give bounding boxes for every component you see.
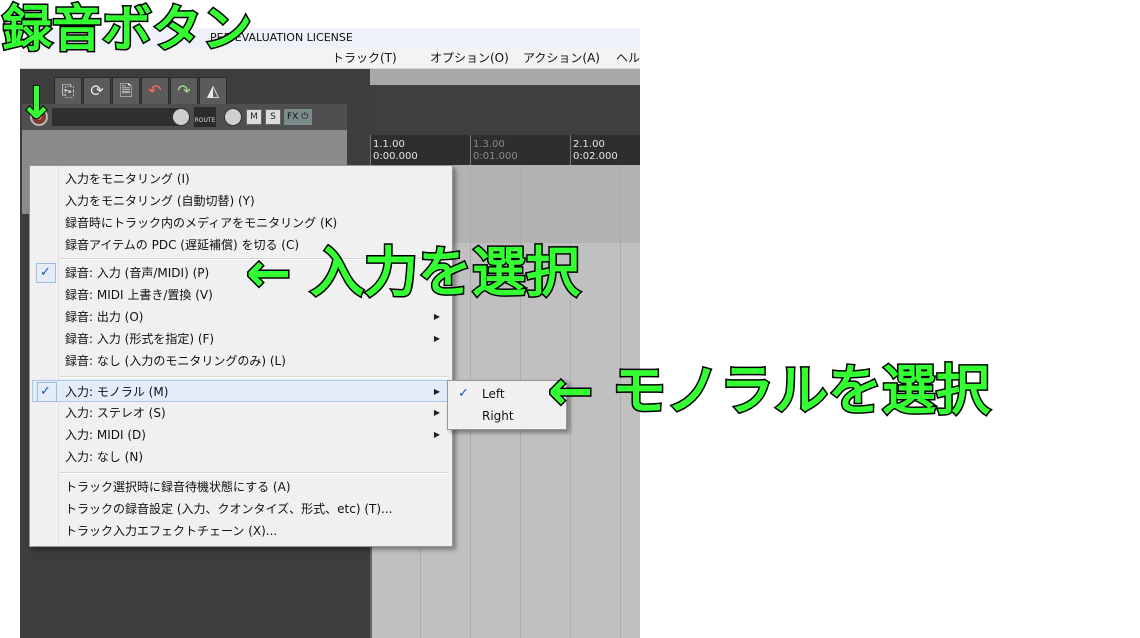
submenu-arrow-icon: ▶ — [433, 430, 440, 439]
track-header-controls: ROUTE M S FX ⏻ — [22, 104, 347, 130]
menu-item[interactable]: 入力: MIDI (D) ▶ — [32, 424, 450, 446]
submenu-arrow-icon: ▶ — [433, 408, 440, 417]
annotation-input-select: ← 入力を選択 — [244, 241, 581, 304]
ruler-bar-label: 1.3.00 — [473, 139, 505, 150]
menu-item-label: 録音時にトラック内のメディアをモニタリング (K) — [65, 216, 338, 230]
route-button[interactable]: ROUTE — [194, 107, 216, 127]
menu-item[interactable]: 録音: 出力 (O) ▶ — [32, 306, 450, 328]
timeline-ruler[interactable]: 1.1.00 0:00.000 1.3.00 0:01.000 2.1.00 0… — [370, 135, 640, 165]
fx-label: FX — [287, 112, 299, 122]
project-settings-icon[interactable]: ⟳ — [83, 77, 111, 105]
redo-icon[interactable]: ↷ — [170, 77, 198, 105]
check-icon: ✓ — [40, 265, 51, 280]
submenu-item-label: Right — [482, 409, 514, 423]
undo-icon[interactable]: ↶ — [141, 77, 169, 105]
ruler-bar-label: 2.1.00 — [573, 139, 605, 150]
mute-button[interactable]: M — [246, 109, 262, 125]
ruler-time-label: 0:01.000 — [473, 151, 518, 162]
fx-button[interactable]: FX ⏻ — [284, 109, 312, 125]
menu-item-label: トラック入力エフェクトチェーン (X)... — [65, 524, 278, 538]
check-icon: ✓ — [40, 384, 51, 399]
annotation-record-button: 録音ボタン — [1, 0, 254, 58]
submenu-item-label: Left — [482, 387, 505, 401]
ruler-tick — [570, 135, 571, 165]
menu-item-label: トラックの録音設定 (入力、クオンタイズ、形式、etc) (T)... — [65, 502, 393, 516]
ruler-tick — [370, 135, 371, 165]
menu-item[interactable]: トラック入力エフェクトチェーン (X)... — [32, 520, 450, 542]
menu-options[interactable]: オプション(O) — [430, 48, 509, 68]
menu-help[interactable]: ヘル — [616, 48, 640, 68]
menu-item-label: 入力: MIDI (D) — [65, 428, 146, 442]
menu-track[interactable]: トラック(T) — [332, 48, 397, 68]
menu-item-label: 録音: 出力 (O) — [65, 310, 144, 324]
menu-item[interactable]: 入力: ステレオ (S) ▶ — [32, 402, 450, 424]
menu-item-label: 入力: ステレオ (S) — [65, 406, 166, 420]
ruler-tick — [470, 135, 471, 165]
arrange-header — [370, 85, 640, 135]
menu-item-label: 録音: なし (入力のモニタリングのみ) (L) — [65, 354, 286, 368]
scroll-strip — [370, 69, 640, 85]
menu-item-label: 録音: 入力 (形式を指定) (F) — [65, 332, 215, 346]
record-context-menu: 入力をモニタリング (I) 入力をモニタリング (自動切替) (Y) 録音時にトラッ… — [29, 165, 453, 547]
submenu-arrow-icon: ▶ — [433, 387, 440, 396]
pan-knob-icon[interactable] — [224, 108, 242, 126]
metronome-icon[interactable]: ◭ — [199, 77, 227, 105]
route-label: ROUTE — [194, 117, 216, 124]
menu-item-label: 入力: なし (N) — [65, 450, 144, 464]
menu-item[interactable]: 録音: 入力 (形式を指定) (F) ▶ — [32, 328, 450, 350]
menu-separator — [60, 472, 448, 474]
submenu-item-left[interactable]: ✓ Left — [450, 383, 564, 405]
menu-separator — [60, 376, 448, 378]
save-icon[interactable]: ⎘ — [54, 77, 82, 105]
solo-button[interactable]: S — [265, 109, 281, 125]
menu-actions[interactable]: アクション(A) — [523, 48, 600, 68]
submenu-arrow-icon: ▶ — [433, 334, 440, 343]
menu-item[interactable]: トラックの録音設定 (入力、クオンタイズ、形式、etc) (T)... — [32, 498, 450, 520]
menu-item[interactable]: 入力をモニタリング (自動切替) (Y) — [32, 190, 450, 212]
menu-item-label: 入力をモニタリング (自動切替) (Y) — [65, 194, 255, 208]
menu-item[interactable]: 録音: なし (入力のモニタリングのみ) (L) — [32, 350, 450, 372]
menu-item-label: トラック選択時に録音待機状態にする (A) — [65, 480, 291, 494]
ruler-bar-label: 1.1.00 — [373, 139, 405, 150]
annotation-down-arrow: ↓ — [17, 78, 56, 129]
track-name-field[interactable] — [52, 108, 182, 126]
volume-knob-icon[interactable] — [172, 108, 190, 126]
menu-item[interactable]: 録音時にトラック内のメディアをモニタリング (K) — [32, 212, 450, 234]
annotation-mono-select: ← モノラルを選択 — [546, 359, 991, 422]
menu-item[interactable]: 入力: なし (N) — [32, 446, 450, 468]
submenu-item-right[interactable]: Right — [450, 405, 564, 427]
menu-item-label: 入力をモニタリング (I) — [65, 172, 190, 186]
ruler-time-label: 0:02.000 — [573, 151, 618, 162]
menu-item-label: 録音: MIDI 上書き/置換 (V) — [65, 288, 213, 302]
menu-item-label: 入力: モノラル (M) — [65, 385, 169, 399]
ruler-time-label: 0:00.000 — [373, 151, 418, 162]
menu-item-label: 録音: 入力 (音声/MIDI) (P) — [65, 266, 210, 280]
menu-item[interactable]: ✓ 入力: モノラル (M) ▶ — [32, 380, 450, 402]
menu-item[interactable]: トラック選択時に録音待機状態にする (A) — [32, 476, 450, 498]
new-file-icon[interactable]: 🗎 — [112, 77, 140, 105]
menu-item[interactable]: 入力をモニタリング (I) — [32, 168, 450, 190]
submenu-arrow-icon: ▶ — [433, 312, 440, 321]
check-icon: ✓ — [458, 386, 469, 401]
